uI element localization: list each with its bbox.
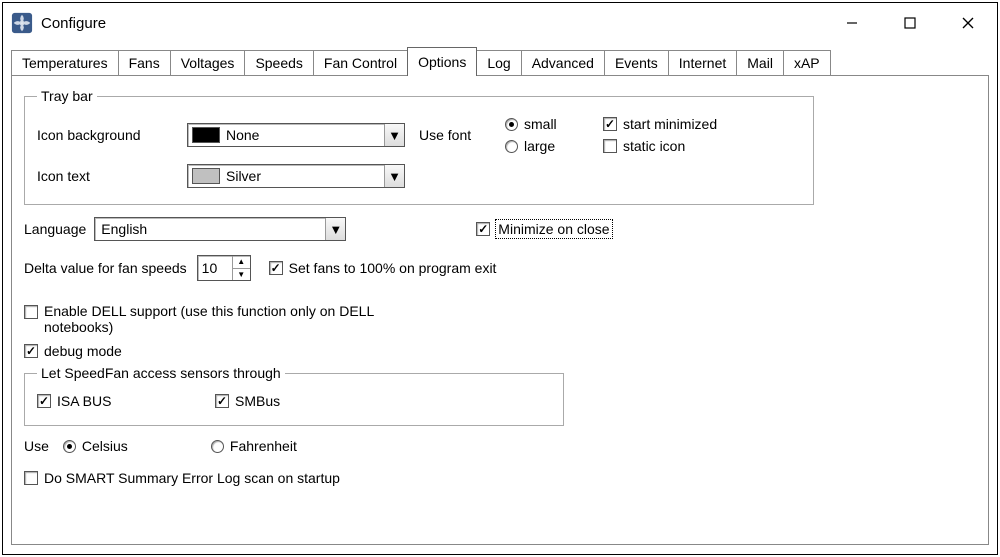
language-value: English xyxy=(95,221,325,237)
window-title: Configure xyxy=(41,15,823,32)
checkbox-icon xyxy=(24,471,38,485)
chevron-up-icon[interactable]: ▲ xyxy=(233,256,250,269)
delta-label: Delta value for fan speeds xyxy=(24,260,187,276)
checkbox-icon xyxy=(603,139,617,153)
radio-font-large-label: large xyxy=(524,138,555,154)
tab-options[interactable]: Options xyxy=(407,47,477,76)
color-swatch-black xyxy=(192,127,220,143)
tab-voltages[interactable]: Voltages xyxy=(170,50,246,76)
checkbox-icon xyxy=(24,305,38,319)
check-static-icon[interactable]: static icon xyxy=(603,138,717,154)
radio-dot-icon xyxy=(505,140,518,153)
group-tray-bar: Tray bar Icon background None ▼ Use font… xyxy=(24,88,814,205)
check-minimize-on-close-label: Minimize on close xyxy=(496,220,611,238)
tab-mail[interactable]: Mail xyxy=(736,50,784,76)
maximize-button[interactable] xyxy=(881,3,939,43)
minimize-button[interactable] xyxy=(823,3,881,43)
check-static-icon-label: static icon xyxy=(623,138,685,154)
tab-xap[interactable]: xAP xyxy=(783,50,831,76)
titlebar: Configure xyxy=(3,3,997,43)
tab-panel-options: Tray bar Icon background None ▼ Use font… xyxy=(11,75,989,545)
radio-celsius[interactable]: Celsius xyxy=(63,438,193,454)
radio-dot-icon xyxy=(211,440,224,453)
check-dell-support-label: Enable DELL support (use this function o… xyxy=(44,303,444,335)
check-debug-mode[interactable]: ✓ debug mode xyxy=(24,343,122,359)
check-smart-scan[interactable]: Do SMART Summary Error Log scan on start… xyxy=(24,470,340,486)
tab-fan-control[interactable]: Fan Control xyxy=(313,50,408,76)
delta-spinner[interactable]: 10 ▲ ▼ xyxy=(197,255,251,281)
use-label: Use xyxy=(24,438,49,454)
checkmark-icon: ✓ xyxy=(603,117,617,131)
check-isa-bus[interactable]: ✓ ISA BUS xyxy=(37,393,197,409)
group-tray-bar-legend: Tray bar xyxy=(37,88,97,104)
check-smbus[interactable]: ✓ SMBus xyxy=(215,393,280,409)
tab-fans[interactable]: Fans xyxy=(118,50,171,76)
tab-temperatures[interactable]: Temperatures xyxy=(11,50,119,76)
window: Configure Temperatures Fans Voltages Spe… xyxy=(2,2,998,555)
spinner-buttons[interactable]: ▲ ▼ xyxy=(232,256,250,280)
icon-background-combo[interactable]: None ▼ xyxy=(187,123,405,147)
check-isa-bus-label: ISA BUS xyxy=(57,393,111,409)
check-set-fans-exit[interactable]: ✓ Set fans to 100% on program exit xyxy=(269,260,497,276)
chevron-down-icon: ▼ xyxy=(384,124,404,146)
checkmark-icon: ✓ xyxy=(476,222,490,236)
tab-events[interactable]: Events xyxy=(604,50,669,76)
check-smart-scan-label: Do SMART Summary Error Log scan on start… xyxy=(44,470,340,486)
chevron-down-icon: ▼ xyxy=(384,165,404,187)
check-debug-mode-label: debug mode xyxy=(44,343,122,359)
check-start-minimized-label: start minimized xyxy=(623,116,717,132)
check-set-fans-exit-label: Set fans to 100% on program exit xyxy=(289,260,497,276)
check-minimize-on-close[interactable]: ✓ Minimize on close xyxy=(476,220,611,238)
group-sensors: Let SpeedFan access sensors through ✓ IS… xyxy=(24,365,564,426)
radio-dot-icon xyxy=(505,118,518,131)
close-button[interactable] xyxy=(939,3,997,43)
language-combo[interactable]: English ▼ xyxy=(94,217,346,241)
color-swatch-silver xyxy=(192,168,220,184)
checkmark-icon: ✓ xyxy=(37,394,51,408)
check-start-minimized[interactable]: ✓ start minimized xyxy=(603,116,717,132)
icon-background-value: None xyxy=(226,127,384,143)
check-dell-support[interactable]: Enable DELL support (use this function o… xyxy=(24,303,444,335)
window-controls xyxy=(823,3,997,43)
radio-font-small[interactable]: small xyxy=(505,116,585,132)
radio-celsius-label: Celsius xyxy=(82,438,128,454)
tab-internet[interactable]: Internet xyxy=(668,50,737,76)
chevron-down-icon: ▼ xyxy=(325,218,345,240)
icon-text-combo[interactable]: Silver ▼ xyxy=(187,164,405,188)
radio-fahrenheit-label: Fahrenheit xyxy=(230,438,297,454)
group-sensors-legend: Let SpeedFan access sensors through xyxy=(37,365,285,381)
radio-fahrenheit[interactable]: Fahrenheit xyxy=(211,438,297,454)
icon-background-label: Icon background xyxy=(37,127,187,143)
check-smbus-label: SMBus xyxy=(235,393,280,409)
icon-text-value: Silver xyxy=(226,168,384,184)
fan-icon xyxy=(11,12,33,34)
chevron-down-icon[interactable]: ▼ xyxy=(233,269,250,281)
tab-log[interactable]: Log xyxy=(476,50,521,76)
tab-advanced[interactable]: Advanced xyxy=(521,50,605,76)
tab-speeds[interactable]: Speeds xyxy=(244,50,313,76)
checkmark-icon: ✓ xyxy=(24,344,38,358)
radio-dot-icon xyxy=(63,440,76,453)
use-font-label: Use font xyxy=(419,127,505,143)
radio-font-small-label: small xyxy=(524,116,557,132)
checkmark-icon: ✓ xyxy=(215,394,229,408)
language-label: Language xyxy=(24,221,86,237)
delta-value: 10 xyxy=(198,256,232,280)
tab-bar: Temperatures Fans Voltages Speeds Fan Co… xyxy=(3,47,997,76)
radio-font-large[interactable]: large xyxy=(505,138,585,154)
icon-text-label: Icon text xyxy=(37,168,187,184)
checkmark-icon: ✓ xyxy=(269,261,283,275)
